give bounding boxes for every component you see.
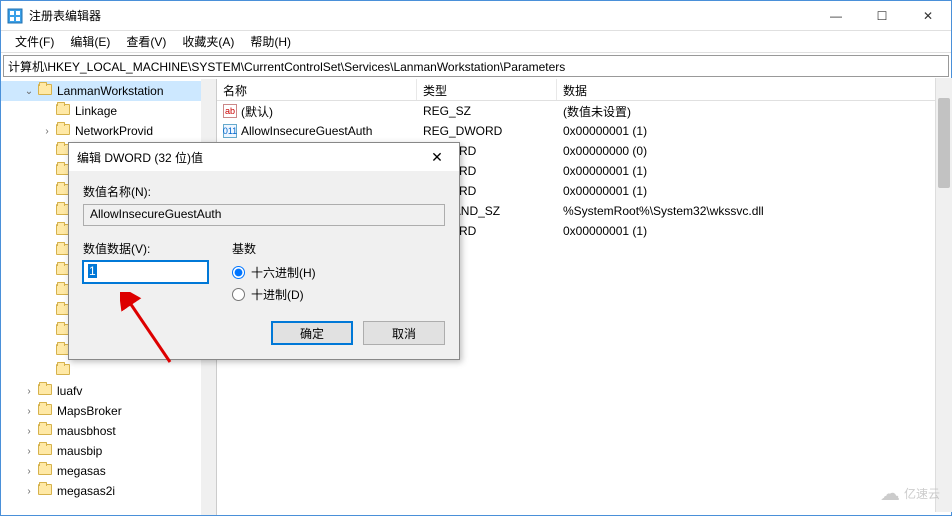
expand-icon[interactable]: ›	[23, 386, 35, 397]
tree-label: luafv	[57, 384, 82, 398]
expand-icon[interactable]: ›	[23, 466, 35, 477]
tree-label: megasas	[57, 464, 106, 478]
expand-icon[interactable]: ›	[23, 406, 35, 417]
folder-icon	[38, 444, 54, 458]
dialog-close-button[interactable]: ✕	[423, 143, 451, 171]
folder-icon	[56, 124, 72, 138]
base-label: 基数	[232, 240, 316, 257]
tree-node[interactable]: › megasas	[1, 461, 216, 481]
binary-value-icon: 011	[223, 124, 237, 138]
edit-dword-dialog: 编辑 DWORD (32 位)值 ✕ 数值名称(N): AllowInsecur…	[68, 142, 460, 360]
expand-icon[interactable]: ›	[23, 486, 35, 497]
tree-label: megasas2i	[57, 484, 115, 498]
tree-node[interactable]: Linkage	[1, 101, 216, 121]
folder-icon	[38, 464, 54, 478]
main-scrollbar[interactable]	[935, 78, 952, 512]
watermark: ☁ 亿速云	[880, 481, 940, 506]
scrollbar-thumb[interactable]	[938, 98, 950, 188]
tree-label: LanmanWorkstation	[57, 84, 164, 98]
close-button[interactable]: ✕	[905, 1, 951, 31]
tree-node[interactable]	[1, 361, 216, 381]
value-name: (默认)	[241, 103, 273, 120]
value-data: 0x00000001 (1)	[557, 223, 951, 239]
value-name-label: 数值名称(N):	[83, 183, 445, 200]
tree-node[interactable]: › mausbhost	[1, 421, 216, 441]
col-type[interactable]: 类型	[417, 79, 557, 100]
tree-label: mausbhost	[57, 424, 116, 438]
value-type: REG_SZ	[417, 103, 557, 119]
maximize-button[interactable]: ☐	[859, 1, 905, 31]
expand-icon[interactable]: ›	[23, 426, 35, 437]
value-data-label: 数值数据(V):	[83, 240, 208, 257]
value-data: (数值未设置)	[557, 102, 951, 121]
value-data: 0x00000000 (0)	[557, 143, 951, 159]
tree-node[interactable]: › mausbip	[1, 441, 216, 461]
minimize-button[interactable]: —	[813, 1, 859, 31]
menu-edit[interactable]: 编辑(E)	[64, 31, 116, 52]
menu-view[interactable]: 查看(V)	[120, 31, 172, 52]
tree-node[interactable]: › NetworkProvid	[1, 121, 216, 141]
tree-label: NetworkProvid	[75, 124, 153, 138]
tree-node[interactable]: › luafv	[1, 381, 216, 401]
expand-icon[interactable]: ›	[41, 126, 53, 137]
col-name[interactable]: 名称	[217, 79, 417, 100]
tree-label: mausbip	[57, 444, 102, 458]
folder-icon	[56, 364, 72, 378]
folder-icon	[38, 384, 54, 398]
column-headers: 名称 类型 数据	[217, 79, 951, 101]
tree-label: MapsBroker	[57, 404, 122, 418]
tree-node[interactable]: › megasas2i	[1, 481, 216, 501]
folder-icon	[38, 84, 54, 98]
string-value-icon: ab	[223, 104, 237, 118]
app-icon	[7, 8, 23, 24]
menu-favorites[interactable]: 收藏夹(A)	[176, 31, 240, 52]
cancel-button[interactable]: 取消	[363, 321, 445, 345]
radio-hex[interactable]: 十六进制(H)	[232, 261, 316, 283]
window-title: 注册表编辑器	[29, 7, 813, 24]
address-text: 计算机\HKEY_LOCAL_MACHINE\SYSTEM\CurrentCon…	[8, 58, 565, 75]
value-data: %SystemRoot%\System32\wkssvc.dll	[557, 203, 951, 219]
value-type: REG_DWORD	[417, 123, 557, 139]
value-name: AllowInsecureGuestAuth	[241, 124, 372, 138]
dialog-title: 编辑 DWORD (32 位)值	[77, 149, 423, 166]
dialog-titlebar[interactable]: 编辑 DWORD (32 位)值 ✕	[69, 143, 459, 171]
value-data: 0x00000001 (1)	[557, 183, 951, 199]
radio-dec[interactable]: 十进制(D)	[232, 283, 316, 305]
expand-icon[interactable]: ⌄	[23, 86, 35, 97]
value-name-field: AllowInsecureGuestAuth	[83, 204, 445, 226]
menu-help[interactable]: 帮助(H)	[244, 31, 297, 52]
address-bar[interactable]: 计算机\HKEY_LOCAL_MACHINE\SYSTEM\CurrentCon…	[3, 55, 949, 77]
cloud-icon: ☁	[880, 481, 900, 506]
tree-label: Linkage	[75, 104, 117, 118]
expand-icon[interactable]: ›	[23, 446, 35, 457]
tree-node[interactable]: ⌄ LanmanWorkstation	[1, 81, 216, 101]
value-data: 0x00000001 (1)	[557, 123, 951, 139]
folder-icon	[56, 104, 72, 118]
ok-button[interactable]: 确定	[271, 321, 353, 345]
value-row[interactable]: 011 AllowInsecureGuestAuth REG_DWORD0x0000…	[217, 121, 951, 141]
radio-hex-input[interactable]	[232, 266, 245, 279]
menubar: 文件(F) 编辑(E) 查看(V) 收藏夹(A) 帮助(H)	[1, 31, 951, 53]
titlebar[interactable]: 注册表编辑器 — ☐ ✕	[1, 1, 951, 31]
value-row[interactable]: ab (默认) REG_SZ(数值未设置)	[217, 101, 951, 121]
menu-file[interactable]: 文件(F)	[9, 31, 60, 52]
value-data-input[interactable]: 1	[83, 261, 208, 283]
folder-icon	[38, 484, 54, 498]
folder-icon	[38, 424, 54, 438]
radio-dec-input[interactable]	[232, 288, 245, 301]
col-data[interactable]: 数据	[557, 79, 951, 100]
tree-node[interactable]: › MapsBroker	[1, 401, 216, 421]
folder-icon	[38, 404, 54, 418]
value-data: 0x00000001 (1)	[557, 163, 951, 179]
